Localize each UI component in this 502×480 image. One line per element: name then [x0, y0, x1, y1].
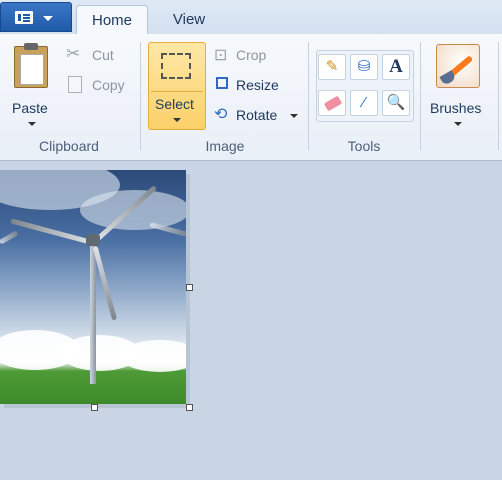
rotate-dropdown-icon — [290, 114, 298, 118]
crop-icon: ⊡ — [214, 47, 228, 64]
tab-home[interactable]: Home — [76, 5, 148, 35]
select-rectangle-icon — [161, 53, 191, 79]
background-turbine-blade — [0, 230, 19, 245]
copy-button[interactable]: Copy — [64, 74, 144, 96]
ribbon-tabbar: Home View — [0, 0, 502, 35]
ribbon-home-panel: Paste ✂ Cut Copy Clipboard Select ⊡ Crop… — [0, 34, 502, 161]
resize-handle-right[interactable] — [186, 284, 193, 291]
divider — [151, 91, 203, 92]
crop-button[interactable]: ⊡ Crop — [212, 44, 298, 66]
file-menu-icon — [15, 11, 33, 24]
resize-handle-corner[interactable] — [186, 404, 193, 411]
turbine-hub — [86, 234, 100, 246]
brushes-label: Brushes — [430, 100, 482, 116]
turbine-blade — [10, 218, 93, 245]
text-icon[interactable]: A — [382, 54, 410, 80]
file-menu-button[interactable] — [0, 2, 72, 32]
brushes-dropdown-icon — [454, 122, 462, 126]
eraser-shape — [323, 95, 343, 112]
copy-icon — [68, 76, 82, 93]
divider — [498, 42, 499, 150]
brushes-button[interactable]: Brushes — [426, 40, 492, 130]
divider — [420, 42, 421, 150]
paste-icon — [14, 43, 48, 88]
cut-label: Cut — [92, 47, 114, 63]
divider — [308, 42, 309, 150]
resize-icon — [216, 77, 228, 89]
color-picker-icon[interactable]: ⁄ — [350, 90, 378, 116]
tab-view[interactable]: View — [156, 5, 222, 34]
rotate-icon: ⟲ — [214, 106, 228, 123]
cut-button[interactable]: ✂ Cut — [64, 44, 144, 66]
crop-label: Crop — [236, 47, 267, 63]
rotate-label: Rotate — [236, 107, 278, 123]
copy-label: Copy — [92, 77, 125, 93]
divider — [140, 42, 141, 150]
scissors-icon: ✂ — [66, 44, 81, 63]
dropdown-arrow-icon — [43, 16, 53, 21]
resize-button[interactable]: Resize — [212, 74, 298, 96]
select-dropdown-icon — [173, 118, 181, 122]
select-label: Select — [155, 96, 194, 112]
magnifier-icon[interactable]: 🔍 — [382, 90, 410, 116]
clipboard-group-label: Clipboard — [39, 138, 99, 154]
tools-group-label: Tools — [347, 138, 381, 154]
eraser-icon[interactable] — [318, 90, 346, 116]
paste-dropdown-icon — [28, 122, 36, 126]
resize-handle-bottom[interactable] — [91, 404, 98, 411]
paste-label: Paste — [12, 100, 48, 116]
brush-icon — [436, 44, 480, 88]
turbine-tower — [90, 240, 96, 384]
fill-bucket-icon[interactable]: ⛁ — [350, 54, 378, 80]
resize-label: Resize — [236, 77, 279, 93]
turbine-blade — [92, 245, 118, 321]
select-button[interactable]: Select — [148, 42, 206, 130]
paste-button[interactable]: Paste — [6, 40, 58, 130]
cloud — [120, 340, 186, 372]
drawing-canvas[interactable] — [0, 170, 186, 404]
rotate-button[interactable]: ⟲ Rotate — [212, 104, 302, 126]
image-group-label: Image — [205, 138, 245, 154]
pencil-icon[interactable]: ✎ — [318, 54, 346, 80]
